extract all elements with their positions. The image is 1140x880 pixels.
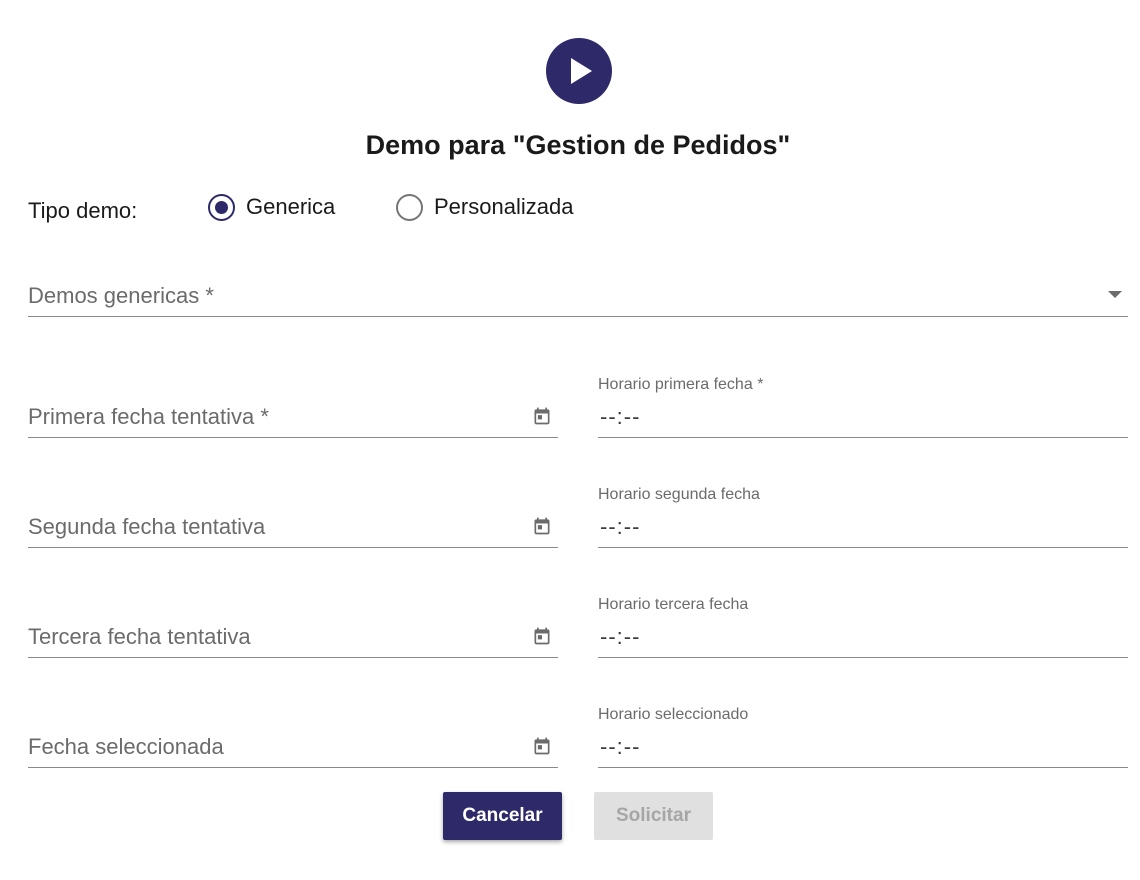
radio-unchecked-icon [396,193,423,221]
horario-segunda-field[interactable]: Horario segunda fecha --:-- [598,480,1128,548]
segunda-fecha-field[interactable]: Segunda fecha tentativa [28,506,558,548]
radio-checked-icon [208,193,235,221]
tercera-fecha-label: Tercera fecha tentativa [28,624,251,649]
horario-tercera-field[interactable]: Horario tercera fecha --:-- [598,590,1128,658]
required-mark: * [260,404,269,429]
required-mark: * [205,283,214,308]
horario-seleccionado-value: --:-- [600,734,641,759]
page-title: Demo para "Gestion de Pedidos" [365,130,791,160]
tercera-fecha-field[interactable]: Tercera fecha tentativa [28,616,558,658]
cancel-button[interactable]: Cancelar [443,792,562,840]
calendar-icon[interactable] [532,406,552,426]
radio-personalizada[interactable]: Personalizada [396,192,573,222]
horario-segunda-label: Horario segunda fecha [598,486,760,503]
demos-genericas-select[interactable]: Demos genericas * [28,275,1128,317]
horario-segunda-value: --:-- [600,514,641,539]
tipo-demo-label: Tipo demo: [28,198,138,223]
horario-primera-label: Horario primera fecha [598,376,753,393]
radio-generica[interactable]: Generica [208,192,335,222]
fecha-seleccionada-field[interactable]: Fecha seleccionada [28,726,558,768]
horario-tercera-label: Horario tercera fecha [598,596,749,613]
calendar-icon[interactable] [532,626,552,646]
radio-generica-label: Generica [246,194,336,219]
calendar-icon[interactable] [532,516,552,536]
horario-primera-value: --:-- [600,404,641,429]
primera-fecha-label: Primera fecha tentativa [28,404,255,429]
caret-down-icon [1108,291,1122,298]
fecha-seleccionada-label: Fecha seleccionada [28,734,224,759]
demos-genericas-label: Demos genericas [28,283,200,308]
primera-fecha-field[interactable]: Primera fecha tentativa * [28,396,558,438]
solicitar-button[interactable]: Solicitar [594,792,713,840]
horario-seleccionado-field[interactable]: Horario seleccionado --:-- [598,700,1128,768]
horario-seleccionado-label: Horario seleccionado [598,706,749,723]
calendar-icon[interactable] [532,736,552,756]
horario-tercera-value: --:-- [600,624,641,649]
play-circle-icon [546,38,612,104]
horario-primera-field[interactable]: Horario primera fecha * --:-- [598,370,1128,438]
segunda-fecha-label: Segunda fecha tentativa [28,514,266,539]
radio-personalizada-label: Personalizada [434,194,574,219]
required-mark: * [757,376,764,393]
